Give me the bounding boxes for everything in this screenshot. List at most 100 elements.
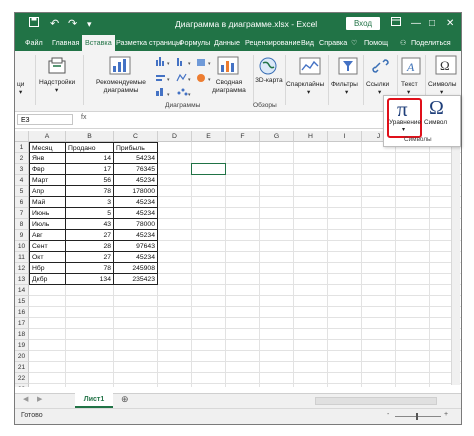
cell-B13[interactable]: 134 [66, 274, 114, 285]
cell-E13[interactable] [192, 274, 226, 285]
vertical-scrollbar[interactable] [451, 142, 460, 385]
cell-D10[interactable] [158, 241, 192, 252]
cell-E17[interactable] [192, 318, 226, 329]
sparklines-button[interactable]: Спарклайны [286, 81, 324, 89]
cell-D16[interactable] [158, 307, 192, 318]
cell-I1[interactable] [328, 142, 362, 153]
cell-D23[interactable] [158, 384, 192, 387]
cell-H12[interactable] [294, 263, 328, 274]
row-header[interactable]: 4 [15, 175, 29, 186]
cell-G4[interactable] [260, 175, 294, 186]
tab-home[interactable]: Главная [52, 35, 79, 51]
zoom-out-button[interactable]: - [387, 411, 389, 418]
cell-G17[interactable] [260, 318, 294, 329]
cell-I9[interactable] [328, 230, 362, 241]
row-header[interactable]: 7 [15, 208, 29, 219]
cell-I13[interactable] [328, 274, 362, 285]
cell-B14[interactable] [66, 285, 114, 296]
name-box[interactable]: E3 [17, 114, 73, 125]
cell-J16[interactable] [362, 307, 396, 318]
cell-G13[interactable] [260, 274, 294, 285]
row-header[interactable]: 5 [15, 186, 29, 197]
addins-icon[interactable] [47, 57, 69, 75]
cell-B12[interactable]: 78 [66, 263, 114, 274]
cell-G2[interactable] [260, 153, 294, 164]
tab-file[interactable]: Файл [25, 35, 43, 51]
cell-B21[interactable] [66, 362, 114, 373]
cell-G11[interactable] [260, 252, 294, 263]
row-header[interactable]: 20 [15, 351, 29, 362]
minimize-button[interactable]: — [411, 16, 421, 32]
cell-E20[interactable] [192, 351, 226, 362]
cell-D8[interactable] [158, 219, 192, 230]
text-button[interactable]: Текст [401, 81, 418, 89]
horizontal-scrollbar[interactable] [315, 397, 437, 405]
cell-H21[interactable] [294, 362, 328, 373]
cell-F13[interactable] [226, 274, 260, 285]
cell-A17[interactable] [29, 318, 66, 329]
save-icon[interactable] [29, 16, 39, 32]
cell-G14[interactable] [260, 285, 294, 296]
row-header[interactable]: 19 [15, 340, 29, 351]
cell-J18[interactable] [362, 329, 396, 340]
cell-F6[interactable] [226, 197, 260, 208]
cell-K16[interactable] [396, 307, 430, 318]
cell-A18[interactable] [29, 329, 66, 340]
cell-C13[interactable]: 235423 [114, 274, 158, 285]
cell-E1[interactable] [192, 142, 226, 153]
sign-in-button[interactable]: Вход [346, 17, 380, 30]
cell-D22[interactable] [158, 373, 192, 384]
cell-J9[interactable] [362, 230, 396, 241]
addins-button[interactable]: Надстройки [39, 79, 75, 87]
cell-F23[interactable] [226, 384, 260, 387]
cell-H19[interactable] [294, 340, 328, 351]
cell-B5[interactable]: 78 [66, 186, 114, 197]
cell-G5[interactable] [260, 186, 294, 197]
cell-J6[interactable] [362, 197, 396, 208]
cell-E8[interactable] [192, 219, 226, 230]
cell-B19[interactable] [66, 340, 114, 351]
cell-A12[interactable]: Нбр [29, 263, 66, 274]
cell-C2[interactable]: 54234 [114, 153, 158, 164]
tables-label[interactable]: ци [17, 81, 24, 89]
cell-C7[interactable]: 45234 [114, 208, 158, 219]
cell-H8[interactable] [294, 219, 328, 230]
cell-C18[interactable] [114, 329, 158, 340]
cell-H5[interactable] [294, 186, 328, 197]
cell-I22[interactable] [328, 373, 362, 384]
row-header[interactable]: 3 [15, 164, 29, 175]
cell-I4[interactable] [328, 175, 362, 186]
tab-formulas[interactable]: Формулы [179, 35, 210, 51]
cell-I11[interactable] [328, 252, 362, 263]
cell-G23[interactable] [260, 384, 294, 387]
cell-H1[interactable] [294, 142, 328, 153]
cell-C19[interactable] [114, 340, 158, 351]
row-header[interactable]: 2 [15, 153, 29, 164]
filters-button[interactable]: Фильтры [331, 81, 358, 89]
cell-A4[interactable]: Март [29, 175, 66, 186]
cell-A20[interactable] [29, 351, 66, 362]
cell-I8[interactable] [328, 219, 362, 230]
cell-D4[interactable] [158, 175, 192, 186]
cell-C12[interactable]: 245908 [114, 263, 158, 274]
row-header[interactable]: 15 [15, 296, 29, 307]
cell-C17[interactable] [114, 318, 158, 329]
cell-B7[interactable]: 5 [66, 208, 114, 219]
cell-K2[interactable] [396, 153, 430, 164]
cell-J10[interactable] [362, 241, 396, 252]
cell-C22[interactable] [114, 373, 158, 384]
cell-D7[interactable] [158, 208, 192, 219]
cell-A16[interactable] [29, 307, 66, 318]
recommended-charts-icon[interactable] [109, 56, 133, 76]
next-sheet-icon[interactable]: ▶ [37, 395, 42, 403]
cell-F3[interactable] [226, 164, 260, 175]
row-header[interactable]: 12 [15, 263, 29, 274]
row-header[interactable]: 8 [15, 219, 29, 230]
cell-I3[interactable] [328, 164, 362, 175]
cell-G1[interactable] [260, 142, 294, 153]
cell-E19[interactable] [192, 340, 226, 351]
symbol-button[interactable]: Символ [424, 119, 447, 126]
cell-B3[interactable]: 17 [66, 164, 114, 175]
cell-A8[interactable]: Июль [29, 219, 66, 230]
cell-K20[interactable] [396, 351, 430, 362]
